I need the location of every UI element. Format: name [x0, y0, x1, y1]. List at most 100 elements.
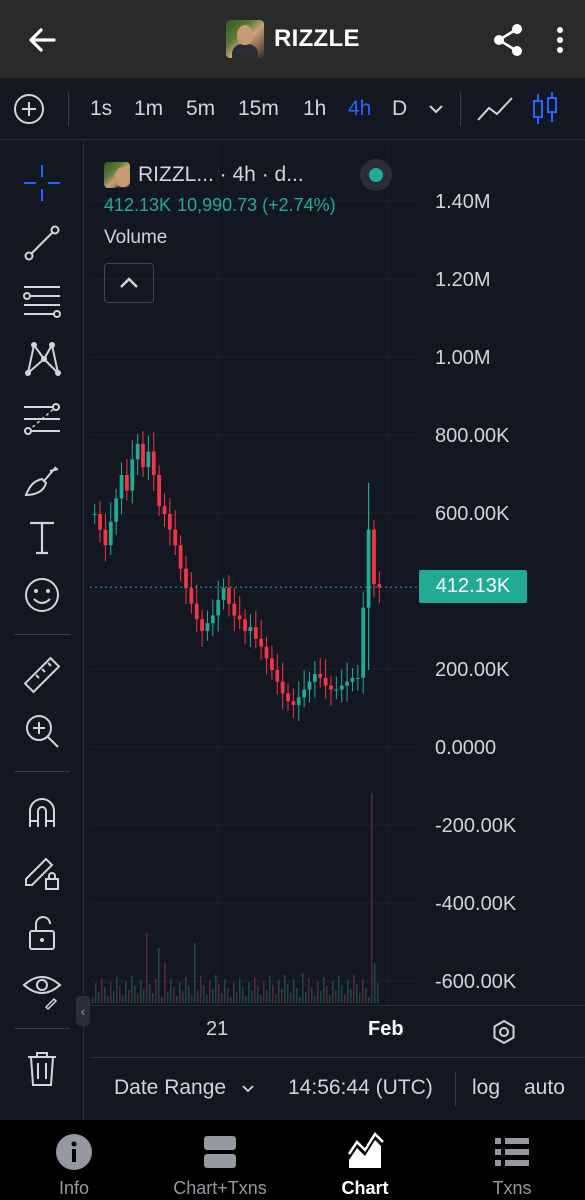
candle-body — [227, 588, 231, 604]
candle-body — [237, 615, 242, 620]
candle-body — [221, 588, 226, 600]
timeframe-4h[interactable]: 4h — [348, 95, 371, 123]
candle-body — [146, 451, 151, 468]
share-icon[interactable] — [490, 20, 526, 60]
volume-bar — [248, 982, 250, 1003]
date-range-button[interactable]: Date Range — [114, 1076, 226, 1100]
candle-body — [253, 627, 258, 639]
market-status[interactable] — [360, 159, 392, 191]
legend-symbol[interactable]: RIZZL... · 4h · d... — [138, 163, 304, 187]
timeframe-15m[interactable]: 15m — [238, 95, 279, 123]
time-axis[interactable]: 21 Feb — [90, 1005, 585, 1057]
volume-bar — [176, 996, 178, 1003]
collapse-legend-button[interactable] — [104, 263, 154, 303]
price-chart[interactable]: RIZZL... · 4h · d... 412.13K 10,990.73 (+… — [90, 141, 585, 1005]
price-axis-label: -200.00K — [435, 815, 517, 837]
volume-bar — [350, 989, 352, 1003]
crosshair-icon[interactable] — [20, 161, 64, 205]
volume-bar — [272, 985, 274, 1003]
auto-scale-toggle[interactable]: auto — [524, 1076, 565, 1100]
toolbar-divider — [14, 1028, 70, 1029]
pattern-icon[interactable] — [20, 337, 64, 381]
volume-bar — [281, 989, 283, 1003]
volume-label[interactable]: Volume — [104, 227, 342, 251]
trend-line-icon[interactable] — [20, 221, 64, 265]
trash-icon[interactable] — [20, 1047, 64, 1091]
eye-icon[interactable] — [20, 967, 64, 1011]
fib-retracement-icon[interactable] — [20, 279, 64, 323]
zoom-in-icon[interactable] — [20, 709, 64, 753]
volume-bar — [308, 978, 310, 1003]
prediction-icon[interactable] — [20, 397, 64, 441]
volume-bar — [203, 985, 205, 1003]
drawing-toolbar — [0, 141, 84, 1120]
candle-body — [108, 521, 113, 546]
volume-bar — [209, 980, 211, 1003]
volume-bar — [110, 982, 112, 1003]
volume-bar — [245, 996, 247, 1003]
timeframe-5m[interactable]: 5m — [186, 95, 215, 123]
more-vertical-icon[interactable] — [548, 20, 572, 60]
volume-bar — [260, 995, 262, 1003]
magnet-icon[interactable] — [20, 791, 64, 835]
volume-bar — [95, 983, 97, 1003]
price-axis-label: 800.00K — [435, 425, 510, 447]
ruler-icon[interactable] — [20, 653, 64, 697]
candle-body — [210, 615, 215, 624]
app-title: RIZZLE — [274, 25, 360, 52]
candle-body — [119, 475, 124, 499]
back-arrow-icon[interactable] — [22, 20, 62, 60]
candle-body — [243, 619, 247, 631]
unlock-icon[interactable] — [20, 911, 64, 955]
candle-body — [114, 498, 119, 522]
chevron-down-icon[interactable] — [426, 98, 446, 120]
volume-bar — [377, 983, 379, 1003]
volume-bar — [164, 963, 166, 1003]
legend-avatar — [104, 162, 130, 188]
volume-bar — [359, 993, 361, 1003]
volume-bar — [311, 987, 313, 1003]
lock-drawing-icon[interactable] — [20, 849, 64, 893]
divider — [455, 1072, 456, 1106]
emoji-icon[interactable] — [20, 573, 64, 617]
volume-bar — [101, 978, 103, 1003]
nav-info[interactable]: Info — [22, 1120, 126, 1200]
volume-bar — [173, 987, 175, 1003]
toolbar-collapse-handle[interactable]: ‹ — [76, 996, 90, 1026]
line-chart-type-icon[interactable] — [474, 92, 516, 126]
volume-bar — [155, 979, 157, 1003]
volume-bar — [116, 977, 118, 1003]
toolbar-divider — [14, 771, 70, 772]
timeframe-1m[interactable]: 1m — [134, 95, 163, 123]
settings-icon[interactable] — [490, 1018, 518, 1046]
timeframe-d[interactable]: D — [392, 95, 407, 123]
add-indicator-icon[interactable] — [12, 92, 46, 126]
volume-bar — [365, 988, 367, 1003]
candle-body — [125, 475, 129, 491]
volume-bar — [302, 973, 304, 1003]
brush-icon[interactable] — [20, 457, 64, 501]
token-title: RIZZLE — [226, 19, 360, 59]
nav-chart-txns[interactable]: Chart+Txns — [160, 1120, 280, 1200]
chevron-down-icon[interactable] — [240, 1080, 256, 1098]
timeframe-1h[interactable]: 1h — [303, 95, 326, 123]
volume-bar — [158, 948, 160, 1003]
volume-bar — [191, 995, 193, 1003]
volume-bar — [233, 983, 235, 1003]
price-axis-label: 1.20M — [435, 269, 491, 291]
log-scale-toggle[interactable]: log — [472, 1076, 500, 1100]
text-icon[interactable] — [20, 515, 64, 559]
candlestick-chart-type-icon[interactable] — [530, 90, 560, 128]
candle-body — [291, 701, 296, 706]
candle-body — [275, 670, 280, 682]
timeframe-1s[interactable]: 1s — [90, 95, 112, 123]
nav-chart[interactable]: Chart — [316, 1120, 414, 1200]
nav-txns[interactable]: Txns — [462, 1120, 562, 1200]
volume-bar — [194, 943, 196, 1003]
price-axis-label: 1.00M — [435, 347, 491, 369]
volume-bar — [104, 987, 106, 1003]
candle-body — [200, 619, 204, 631]
utc-time[interactable]: 14:56:44 (UTC) — [288, 1076, 433, 1100]
candle-body — [178, 545, 183, 569]
legend-price: 412.13K — [104, 195, 172, 215]
